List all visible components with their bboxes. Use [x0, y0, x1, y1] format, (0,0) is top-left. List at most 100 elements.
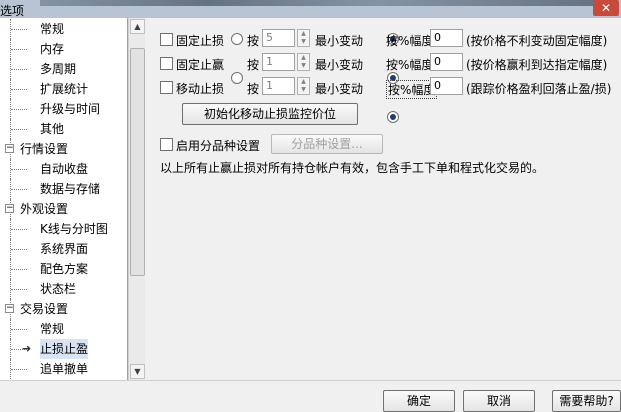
tree-item-label: 升级与时间 [40, 102, 101, 116]
tree-item-label: 多周期 [40, 62, 77, 76]
tree-item[interactable]: 系统界面 [0, 239, 127, 259]
title-bar: 选项 ✕ [0, 0, 621, 18]
tree-item-label: 自动收盘 [40, 162, 89, 176]
trailing-stop-pct-input[interactable]: 0 [430, 77, 463, 95]
tree-scrollbar[interactable]: ▲ ▼ [128, 18, 145, 380]
tree-item[interactable]: 常规 [0, 319, 127, 339]
init-trailing-monitor-button[interactable]: 初始化移动止损监控价位 [182, 103, 358, 125]
tree-item[interactable]: 升级与时间 [0, 99, 127, 119]
fixed-loss-label: 固定止损 [176, 34, 225, 48]
fixed-loss-tick-input[interactable]: 5 [262, 29, 295, 47]
tree-item[interactable]: 其他 [0, 119, 127, 139]
title-bar-background [40, 0, 600, 6]
fixed-profit-note: (按价格赢利到达指定幅度) [466, 58, 608, 72]
tree-branch [11, 269, 27, 270]
trailing-stop-min-label: 最小变动 [315, 82, 364, 96]
tree-branch [11, 329, 27, 330]
tree-item-label: 交易设置 [20, 302, 69, 316]
tree-branch [11, 49, 27, 50]
fixed-profit-spinner[interactable]: ▲ ▼ [297, 53, 310, 71]
fixed-loss-checkbox[interactable] [160, 33, 173, 46]
tree-category[interactable]: − 外观设置 [0, 199, 127, 219]
fixed-profit-by-tick-radio[interactable] [231, 72, 243, 84]
fixed-profit-checkbox[interactable] [160, 57, 173, 70]
scroll-thumb[interactable] [130, 48, 145, 276]
trailing-stop-by-label: 按 [247, 82, 260, 96]
tree-item[interactable]: ➜ 止损止盈 [0, 339, 127, 359]
tree-branch [11, 229, 27, 230]
fixed-loss-pct-label: 按%幅度 [386, 34, 434, 48]
trailing-stop-note: (跟踪价格盈利回落止盈/损) [466, 82, 612, 96]
trailing-stop-by-pct-radio[interactable] [386, 111, 399, 123]
tree-item[interactable]: 常规 [0, 19, 127, 39]
per-variety-checkbox[interactable] [160, 138, 173, 151]
fixed-profit-label: 固定止赢 [176, 58, 225, 72]
tree-branch [11, 69, 27, 70]
tree-branch [11, 249, 27, 250]
tree-item[interactable]: 多周期 [0, 59, 127, 79]
tree-item-label: 行情设置 [20, 142, 69, 156]
dialog-footer: 确定 取消 需要帮助? [0, 380, 621, 412]
tree-branch [11, 129, 27, 130]
fixed-loss-by-tick-radio[interactable] [231, 33, 243, 45]
current-item-arrow-icon: ➜ [22, 342, 32, 355]
tree-item-label: 配色方案 [40, 262, 89, 276]
fixed-profit-min-label: 最小变动 [315, 58, 364, 72]
ok-button[interactable]: 确定 [383, 390, 455, 412]
tree-branch [11, 109, 27, 110]
per-variety-settings-button[interactable]: 分品种设置... [271, 134, 383, 154]
per-variety-label: 启用分品种设置 [176, 139, 261, 153]
scroll-down-icon[interactable]: ▼ [130, 364, 145, 379]
collapse-icon[interactable]: − [5, 204, 14, 213]
tree-item[interactable]: K线与分时图 [0, 219, 127, 239]
fixed-loss-pct-input[interactable]: 0 [430, 29, 463, 47]
tree-item-label: 状态栏 [40, 282, 77, 296]
fixed-profit-by-label: 按 [247, 58, 260, 72]
scope-note: 以上所有止赢止损对所有持仓帐户有效，包含手工下单和程式化交易的。 [160, 161, 545, 175]
tree-item[interactable]: 内存 [0, 39, 127, 59]
tree-branch [11, 289, 27, 290]
tree-item-label: 数据与存储 [40, 182, 101, 196]
tree-item[interactable]: 状态栏 [0, 279, 127, 299]
trailing-stop-spinner[interactable]: ▲ ▼ [297, 77, 310, 95]
tree-branch [11, 89, 27, 90]
tree-branch [11, 29, 27, 30]
fixed-loss-spinner[interactable]: ▲ ▼ [297, 29, 310, 47]
fixed-profit-pct-input[interactable]: 0 [430, 53, 463, 71]
tree-item-label: 外观设置 [20, 202, 69, 216]
tree-branch [11, 369, 27, 370]
fixed-profit-pct-label: 按%幅度 [386, 58, 434, 72]
collapse-icon[interactable]: − [5, 144, 14, 153]
fixed-loss-min-label: 最小变动 [315, 34, 364, 48]
settings-tree: 常规 内存 多周期 扩展统计 升级与时间 其他 − 行情设置 自动收盘 数据与存储 − 外观设置 K线与… [0, 18, 128, 380]
tree-branch [11, 169, 27, 170]
trailing-stop-tick-input[interactable]: 1 [262, 77, 295, 95]
tree-item-label: 追单撤单 [40, 362, 89, 376]
tree-branch [11, 189, 27, 190]
tree-item[interactable]: 追单撤单 [0, 359, 127, 379]
fixed-loss-note: (按价格不利变动固定幅度) [466, 34, 608, 48]
tree-item[interactable]: 数据与存储 [0, 179, 127, 199]
fixed-profit-tick-input[interactable]: 1 [262, 53, 295, 71]
close-icon[interactable]: ✕ [593, 0, 619, 16]
tree-item[interactable]: 自动收盘 [0, 159, 127, 179]
cancel-button[interactable]: 取消 [463, 390, 535, 412]
tree-item[interactable]: 扩展统计 [0, 79, 127, 99]
help-button[interactable]: 需要帮助? [552, 390, 621, 412]
window-title: 选项 [0, 4, 25, 18]
tree-item-label: 扩展统计 [40, 82, 89, 96]
stop-loss-panel: 固定止损 按 5 ▲ ▼ 最小变动 按%幅度 0 (按价格不利变动固定幅度) 固定… [146, 18, 621, 380]
tree-item[interactable]: 配色方案 [0, 259, 127, 279]
scroll-up-icon[interactable]: ▲ [130, 19, 145, 34]
trailing-stop-checkbox[interactable] [160, 81, 173, 94]
tree-category[interactable]: − 行情设置 [0, 139, 127, 159]
tree-item-label: 常规 [40, 322, 65, 336]
collapse-icon[interactable]: − [5, 304, 14, 313]
tree-item-label: 其他 [40, 122, 65, 136]
tree-item-label: K线与分时图 [40, 222, 108, 236]
fixed-loss-by-label: 按 [247, 34, 260, 48]
tree-item-label: 常规 [40, 22, 65, 36]
trailing-stop-label: 移动止损 [176, 82, 225, 96]
tree-category[interactable]: − 交易设置 [0, 299, 127, 319]
tree-item-label: 系统界面 [40, 242, 89, 256]
